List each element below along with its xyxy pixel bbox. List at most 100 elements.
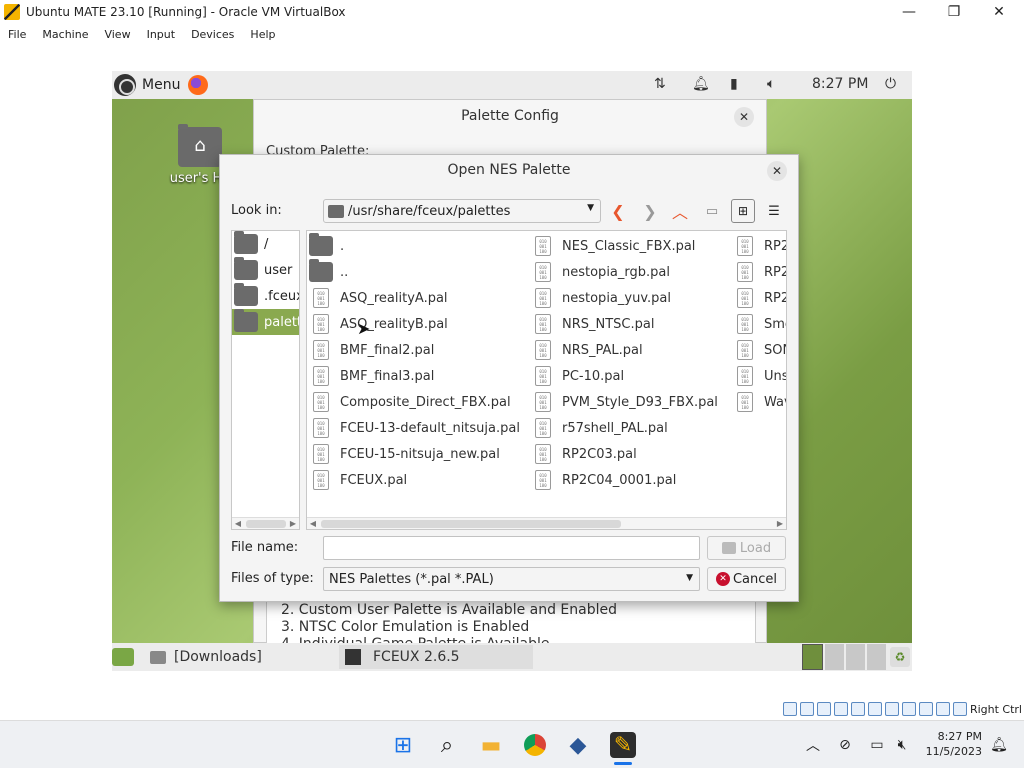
shared-folders-icon[interactable]	[867, 702, 882, 716]
menu-view[interactable]: View	[104, 28, 130, 41]
panel-menu-button[interactable]: Menu	[142, 77, 180, 93]
scroll-right-arrow[interactable]: ▶	[774, 518, 786, 529]
battery-icon[interactable]: ▮	[730, 76, 738, 92]
file-item[interactable]: 010001100SONY_CXA2025AS_US.pal	[731, 337, 786, 363]
file-item[interactable]: 010 001 100 RP2C03.pal	[529, 441, 718, 467]
volume-muted-icon[interactable]: 🔇︎	[889, 732, 915, 758]
panel-clock[interactable]: 8:27 PM	[812, 76, 868, 92]
file-item[interactable]: 010 001 100 NRS_PAL.pal	[529, 337, 718, 363]
file-item[interactable]: 010 001 100 FCEUX.pal	[307, 467, 520, 493]
sidebar-horizontal-scrollbar[interactable]: ◀ ▶	[232, 517, 299, 529]
network-icon[interactable]: ⇅	[654, 76, 666, 92]
file-item[interactable]: 010001100RP2C04_0004.pal	[731, 285, 786, 311]
display-tray-icon[interactable]: ▭	[864, 732, 890, 758]
close-window-button[interactable]: ✕	[976, 0, 1022, 24]
volume-icon[interactable]: 🔈︎	[767, 76, 775, 92]
sidebar-item-root[interactable]: /	[232, 231, 299, 257]
show-desktop-icon[interactable]	[112, 648, 134, 666]
hard-disk-icon[interactable]	[782, 702, 797, 716]
file-name-input[interactable]	[323, 536, 700, 560]
maximize-button[interactable]: ❐	[931, 0, 977, 24]
network-offline-icon[interactable]: ⊘	[832, 732, 858, 758]
parent-directory-button[interactable]: ︿	[668, 199, 692, 223]
folder-item-current[interactable]: .	[307, 233, 520, 259]
menu-machine[interactable]: Machine	[42, 28, 88, 41]
notification-bell-icon[interactable]: 🔔︎	[692, 76, 710, 92]
audio-icon[interactable]	[816, 702, 831, 716]
optical-drive-icon[interactable]	[799, 702, 814, 716]
keyboard-icon[interactable]	[952, 702, 967, 716]
workspace-1[interactable]	[802, 644, 823, 670]
file-item[interactable]: 010 001 100 ASQ_realityB.pal	[307, 311, 520, 337]
menu-help[interactable]: Help	[250, 28, 275, 41]
vm-window-taskbar-icon[interactable]: ✎	[610, 732, 636, 758]
files-of-type-combo[interactable]: NES Palettes (*.pal *.PAL) ▼	[323, 567, 700, 591]
file-item[interactable]: 010 001 100 BMF_final3.pal	[307, 363, 520, 389]
file-item[interactable]: 010 001 100 Composite_Direct_FBX.pal	[307, 389, 520, 415]
menu-devices[interactable]: Devices	[191, 28, 234, 41]
file-item[interactable]: 010 001 100 nestopia_yuv.pal	[529, 285, 718, 311]
trash-icon[interactable]: ♻	[890, 647, 910, 667]
file-item[interactable]: 010001100Unsaturated-V6.pal	[731, 363, 786, 389]
cancel-button[interactable]: ✕ Cancel	[707, 567, 786, 591]
scrollbar-thumb[interactable]	[321, 520, 621, 528]
notification-bell-icon[interactable]: 🔔︎	[986, 732, 1012, 758]
forward-button[interactable]: ❯	[638, 199, 662, 223]
icon-view-button[interactable]: ⊞	[731, 199, 755, 223]
workspace-4[interactable]	[867, 644, 886, 670]
workspace-2[interactable]	[825, 644, 844, 670]
task-fceux[interactable]: FCEUX 2.6.5	[339, 645, 533, 669]
scrollbar-thumb[interactable]	[246, 520, 286, 528]
palette-config-close-button[interactable]: ✕	[734, 107, 754, 127]
menu-file[interactable]: File	[8, 28, 26, 41]
usb-icon[interactable]	[850, 702, 865, 716]
file-list-horizontal-scrollbar[interactable]: ◀ ▶	[307, 517, 786, 529]
back-button[interactable]: ❮	[606, 199, 630, 223]
file-explorer-icon[interactable]: ▬	[478, 732, 504, 758]
scroll-left-arrow[interactable]: ◀	[232, 518, 244, 529]
ubuntu-logo-icon[interactable]	[114, 74, 136, 96]
file-item[interactable]: 010 001 100 RP2C04_0001.pal	[529, 467, 718, 493]
file-item[interactable]: 010001100Wavebeam.pal	[731, 389, 786, 415]
file-item[interactable]: 010 001 100 BMF_final2.pal	[307, 337, 520, 363]
look-in-combo[interactable]: /usr/share/fceux/palettes ▼	[323, 199, 601, 223]
detail-view-button[interactable]: ☰	[762, 199, 786, 223]
chevron-up-icon[interactable]: ︿	[800, 732, 826, 758]
chrome-icon[interactable]	[522, 732, 548, 758]
file-item[interactable]: 010 001 100 FCEU-13-default_nitsuja.pal	[307, 415, 520, 441]
file-item[interactable]: 010001100RP2C04_0003.pal	[731, 259, 786, 285]
file-item[interactable]: 010 001 100 PVM_Style_D93_FBX.pal	[529, 389, 718, 415]
scroll-left-arrow[interactable]: ◀	[307, 518, 319, 529]
virtualbox-taskbar-icon[interactable]: ◆	[565, 732, 591, 758]
sidebar-item-palettes[interactable]: palettes	[232, 309, 299, 335]
dialog-close-button[interactable]: ✕	[767, 161, 787, 181]
file-item[interactable]: 010001100Smooth_FBX.pal	[731, 311, 786, 337]
minimize-button[interactable]: —	[886, 0, 932, 24]
file-item[interactable]: 010 001 100 ASQ_realityA.pal	[307, 285, 520, 311]
taskbar-clock[interactable]: 8:27 PM 11/5/2023	[920, 729, 982, 759]
search-icon[interactable]: ⌕	[434, 732, 460, 758]
windows-start-icon[interactable]: ⊞	[390, 732, 416, 758]
new-folder-button[interactable]: ▭	[700, 199, 724, 223]
power-icon[interactable]: ⏻	[885, 76, 896, 92]
sidebar-item-fceux[interactable]: .fceux	[232, 283, 299, 309]
workspace-3[interactable]	[846, 644, 865, 670]
scroll-right-arrow[interactable]: ▶	[287, 518, 299, 529]
file-item[interactable]: 010001100RP2C04_0002.pal	[731, 233, 786, 259]
cpu-icon[interactable]	[918, 702, 933, 716]
load-button[interactable]: Load	[707, 536, 786, 560]
display-icon[interactable]	[884, 702, 899, 716]
sidebar-item-user[interactable]: user	[232, 257, 299, 283]
recording-icon[interactable]	[901, 702, 916, 716]
network-adapter-icon[interactable]	[833, 702, 848, 716]
folder-item-parent[interactable]: ..	[307, 259, 520, 285]
task-downloads[interactable]: [Downloads]	[150, 645, 262, 669]
menu-input[interactable]: Input	[147, 28, 175, 41]
file-item[interactable]: 010 001 100 nestopia_rgb.pal	[529, 259, 718, 285]
file-item[interactable]: 010 001 100 FCEU-15-nitsuja_new.pal	[307, 441, 520, 467]
file-item[interactable]: 010 001 100 PC-10.pal	[529, 363, 718, 389]
firefox-icon[interactable]	[188, 75, 209, 95]
workspace-switcher[interactable]	[802, 644, 886, 670]
mouse-integration-icon[interactable]	[935, 702, 950, 716]
file-item[interactable]: 010 001 100 NRS_NTSC.pal	[529, 311, 718, 337]
